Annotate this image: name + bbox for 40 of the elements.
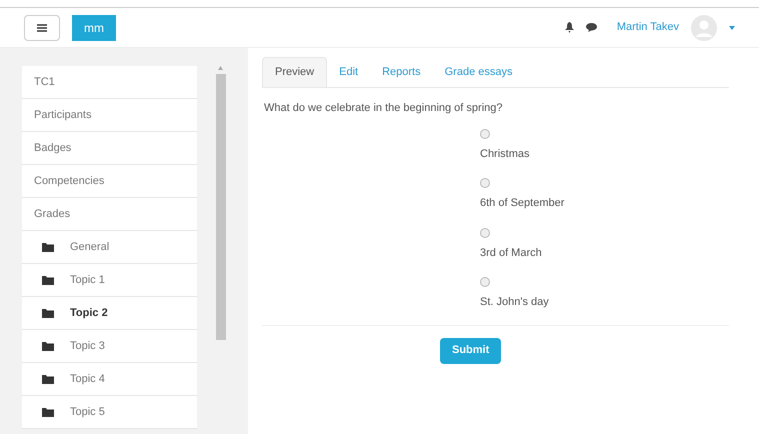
sidebar-item[interactable]: Competencies [22,165,197,198]
site-logo[interactable]: mm [72,14,116,40]
caret-icon[interactable] [729,26,735,30]
option-label: 6th of September [480,196,566,211]
folder-icon [42,275,54,285]
option-label: Christmas [480,146,531,162]
folder-icon [42,308,54,318]
folder-icon [42,374,54,384]
radio-button[interactable] [480,178,490,188]
tab[interactable]: Edit [327,57,370,87]
tab[interactable]: Grade essays [432,57,524,87]
user-name-link[interactable]: Martin Takev [616,19,679,36]
scrollbar-thumb[interactable] [216,74,226,340]
scroll-up-icon[interactable] [218,66,223,70]
sidebar-item[interactable]: Topic 2 [22,297,197,330]
menu-button[interactable] [24,14,60,40]
sidebar-item[interactable]: Topic 4 [22,363,197,396]
sidebar-item[interactable]: Topic 3 [22,330,197,363]
option-label: St. John's day [480,295,550,310]
sidebar-item[interactable]: Topic 5 [22,396,197,429]
question-text: What do we celebrate in the beginning of spring? [264,101,504,116]
folder-icon [42,341,54,351]
folder-icon [42,242,54,252]
chat-bubble-icon[interactable] [586,23,597,32]
folder-icon [42,407,54,417]
sidebar-item[interactable]: TC1 [22,66,197,99]
sidebar-item[interactable]: Badges [22,132,197,165]
bell-icon[interactable] [564,22,574,33]
sidebar-item[interactable]: Topic 1 [22,264,197,297]
radio-button[interactable] [480,128,490,138]
tab[interactable]: Reports [370,57,433,87]
radio-button[interactable] [480,228,490,238]
sidebar-item[interactable]: Participants [22,99,197,132]
tab[interactable]: Preview [262,57,328,87]
option-label: 3rd of March [480,246,543,260]
radio-button[interactable] [480,277,490,287]
sidebar-item[interactable]: General [22,231,197,264]
menu-icon [37,24,47,32]
submit-button[interactable]: Submit [440,338,502,364]
sidebar-item[interactable]: Grades [22,198,197,231]
